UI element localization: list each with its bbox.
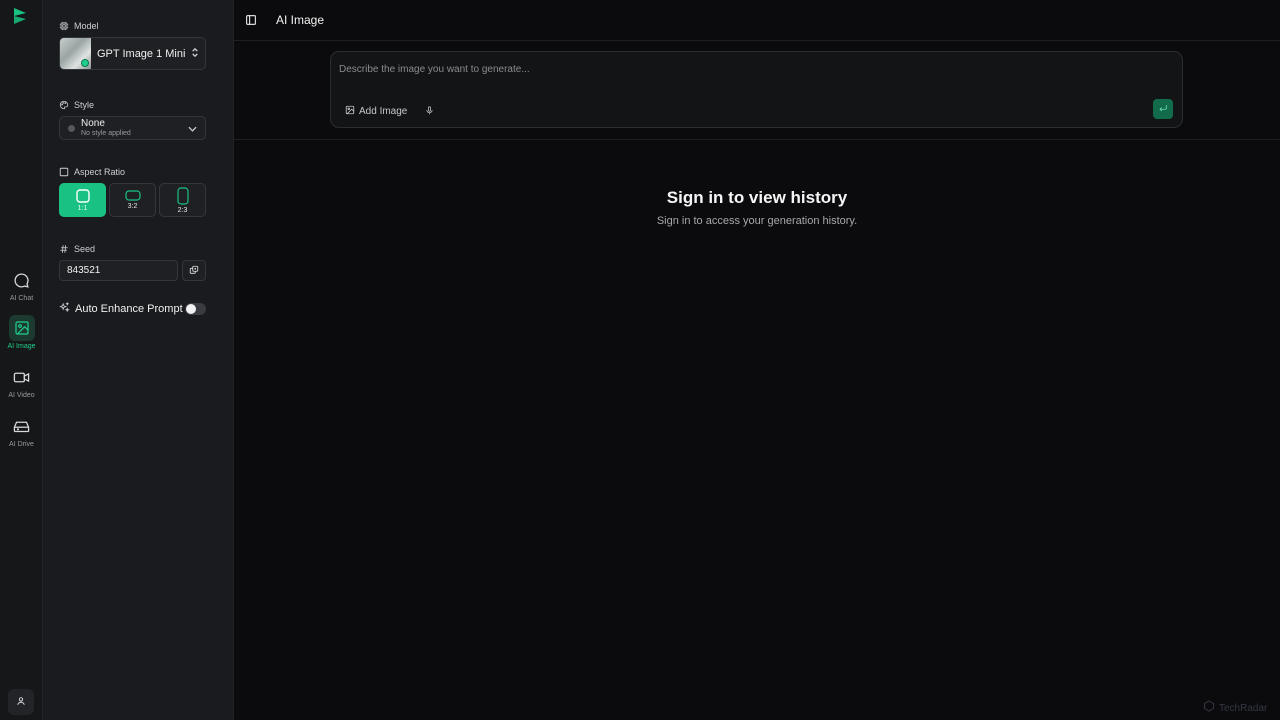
seed-section-label: Seed xyxy=(59,244,95,254)
aspect-ratio-2-3-button[interactable]: 2:3 xyxy=(159,183,206,217)
rail-item-label: AI Image xyxy=(7,343,36,350)
image-plus-icon xyxy=(345,102,355,120)
dice-icon xyxy=(189,262,199,280)
seed-input[interactable]: 843521 xyxy=(59,260,178,281)
history-empty-state: Sign in to view history Sign in to acces… xyxy=(234,188,1280,227)
composer-section: Add Image xyxy=(234,41,1280,140)
enter-arrow-icon xyxy=(1158,100,1168,118)
rail-item-label: AI Chat xyxy=(9,295,34,302)
auto-enhance-label: Auto Enhance Prompt xyxy=(75,303,183,315)
ratio-label: 3:2 xyxy=(127,203,138,210)
page-title: AI Image xyxy=(276,13,325,27)
style-value: None xyxy=(81,118,105,129)
model-selector[interactable]: GPT Image 1 Mini xyxy=(59,37,206,70)
model-label: Model xyxy=(74,21,99,31)
prompt-composer: Add Image xyxy=(330,51,1183,128)
style-swatch xyxy=(68,124,75,132)
auto-enhance-row: Auto Enhance Prompt xyxy=(59,301,206,317)
user-icon xyxy=(16,693,26,711)
watermark: TechRadar xyxy=(1203,699,1267,717)
ratio-square-icon xyxy=(75,188,90,203)
rail-item-ai-video[interactable]: AI Video xyxy=(0,364,43,408)
ratio-portrait-icon xyxy=(176,186,189,205)
model-section-label: Model xyxy=(59,21,99,31)
history-subtitle: Sign in to access your generation histor… xyxy=(656,215,858,227)
style-selector[interactable]: None No style applied xyxy=(59,116,206,140)
rail-item-ai-drive[interactable]: AI Drive xyxy=(0,413,43,457)
chat-bubble-icon xyxy=(9,267,35,293)
image-icon xyxy=(8,315,35,341)
aspect-ratio-section-label: Aspect Ratio xyxy=(59,167,125,177)
chevron-up-down-icon xyxy=(191,45,199,63)
seed-label: Seed xyxy=(74,244,96,254)
rail-item-label: AI Video xyxy=(8,392,35,399)
ratio-label: 2:3 xyxy=(177,206,188,214)
aspect-ratio-1-1-button[interactable]: 1:1 xyxy=(59,183,106,217)
rail-item-ai-chat[interactable]: AI Chat xyxy=(0,267,43,311)
toggle-knob xyxy=(186,304,196,314)
user-account-button[interactable] xyxy=(8,689,34,715)
send-button[interactable] xyxy=(1153,99,1173,119)
history-title: Sign in to view history xyxy=(666,188,848,207)
model-provider-badge-icon xyxy=(81,59,89,67)
cpu-icon xyxy=(59,21,69,31)
hash-icon xyxy=(60,245,68,253)
add-image-label: Add Image xyxy=(359,105,408,117)
brand-logo-icon[interactable] xyxy=(13,7,29,25)
drive-icon xyxy=(9,413,35,439)
palette-icon xyxy=(59,100,69,110)
ratio-label: 1:1 xyxy=(77,204,88,212)
auto-enhance-toggle[interactable] xyxy=(185,303,206,315)
style-label: Style xyxy=(74,100,95,110)
microphone-icon[interactable] xyxy=(425,103,434,121)
add-image-button[interactable]: Add Image xyxy=(345,102,407,120)
style-description: No style applied xyxy=(81,130,131,137)
style-text: None No style applied xyxy=(81,118,188,138)
rail-item-label: AI Drive xyxy=(9,441,34,448)
aspect-ratio-label: Aspect Ratio xyxy=(74,167,126,177)
watermark-text: TechRadar xyxy=(1219,702,1268,714)
video-camera-icon xyxy=(9,364,35,390)
ratio-landscape-icon xyxy=(124,190,141,201)
top-bar: AI Image xyxy=(234,0,1280,41)
model-name: GPT Image 1 Mini xyxy=(97,47,186,60)
sparkles-icon xyxy=(59,300,70,318)
settings-panel: Model GPT Image 1 Mini Style None No sty… xyxy=(43,0,234,720)
aspect-ratio-3-2-button[interactable]: 3:2 xyxy=(109,183,156,217)
app-rail: AI Chat AI Image AI Video AI Drive xyxy=(0,0,43,720)
rail-item-ai-image[interactable]: AI Image xyxy=(0,315,43,359)
watermark-logo-icon xyxy=(1203,699,1215,717)
model-thumbnail xyxy=(60,38,91,69)
chevron-down-icon xyxy=(188,119,197,137)
randomize-seed-button[interactable] xyxy=(182,260,206,281)
square-icon xyxy=(59,167,69,177)
prompt-input[interactable] xyxy=(339,60,1039,78)
style-section-label: Style xyxy=(59,100,94,110)
sidebar-toggle-icon[interactable] xyxy=(246,15,256,25)
